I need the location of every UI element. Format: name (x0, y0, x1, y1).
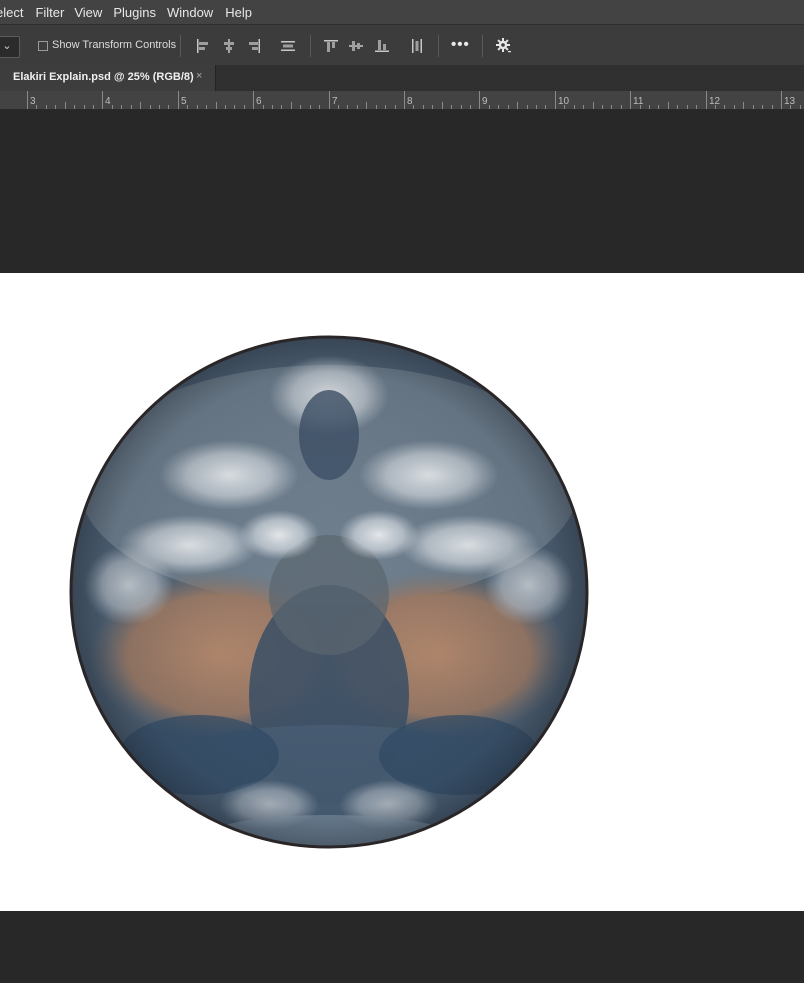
ruler-label: 8 (407, 96, 413, 107)
more-options-button[interactable]: ••• (451, 36, 470, 53)
align-right-edges-icon[interactable] (246, 38, 262, 54)
ruler-label: 11 (633, 96, 644, 107)
horizontal-ruler[interactable]: 3 4 5 6 7 8 9 10 11 12 13 (0, 91, 804, 110)
ruler-ticks: 3 4 5 6 7 8 9 10 11 12 13 (27, 91, 801, 109)
document-tab-title[interactable]: Elakiri Explain.psd @ 25% (RGB/8) (13, 71, 194, 83)
align-top-edges-icon[interactable] (323, 38, 339, 54)
menu-bar: elect Filter View Plugins Window Help (0, 0, 804, 24)
menu-select[interactable]: elect (0, 5, 35, 20)
ruler-label: 7 (332, 96, 338, 107)
align-bottom-edges-icon[interactable] (374, 38, 390, 54)
ruler-label: 5 (181, 96, 187, 107)
tool-preset-dropdown[interactable]: ⌄ (0, 36, 20, 58)
ruler-label: 6 (256, 96, 262, 107)
ruler-label: 9 (482, 96, 488, 107)
menu-plugins[interactable]: Plugins (113, 5, 167, 20)
ruler-label: 12 (709, 96, 721, 107)
show-transform-controls-checkbox[interactable] (38, 41, 48, 51)
ruler-label: 4 (105, 96, 111, 107)
ruler-label: 3 (30, 96, 36, 107)
menu-window[interactable]: Window (167, 5, 225, 20)
show-transform-controls-label[interactable]: Show Transform Controls (52, 39, 176, 51)
close-icon[interactable]: × (196, 70, 202, 82)
menu-filter[interactable]: Filter (35, 5, 74, 20)
align-left-edges-icon[interactable] (195, 38, 211, 54)
document-tab[interactable]: Elakiri Explain.psd @ 25% (RGB/8) × (0, 65, 216, 91)
document-tab-bar: Elakiri Explain.psd @ 25% (RGB/8) × (0, 65, 804, 91)
distribute-vertical-icon[interactable] (280, 38, 296, 54)
toolbar-divider (310, 35, 311, 57)
options-bar: ⌄ Show Transform Controls ••• (0, 24, 804, 66)
earth-globe-image (69, 335, 589, 849)
align-vertical-centers-icon[interactable] (348, 38, 364, 54)
toolbar-divider (180, 35, 181, 57)
menu-help[interactable]: Help (225, 5, 259, 20)
menu-view[interactable]: View (74, 5, 113, 20)
toolbar-divider (438, 35, 439, 57)
align-horizontal-centers-icon[interactable] (221, 38, 237, 54)
ruler-label: 13 (784, 96, 796, 107)
distribute-horizontal-icon[interactable] (409, 38, 425, 54)
toolbar-divider (482, 35, 483, 57)
ruler-label: 10 (558, 96, 570, 107)
gear-icon[interactable] (495, 37, 511, 53)
